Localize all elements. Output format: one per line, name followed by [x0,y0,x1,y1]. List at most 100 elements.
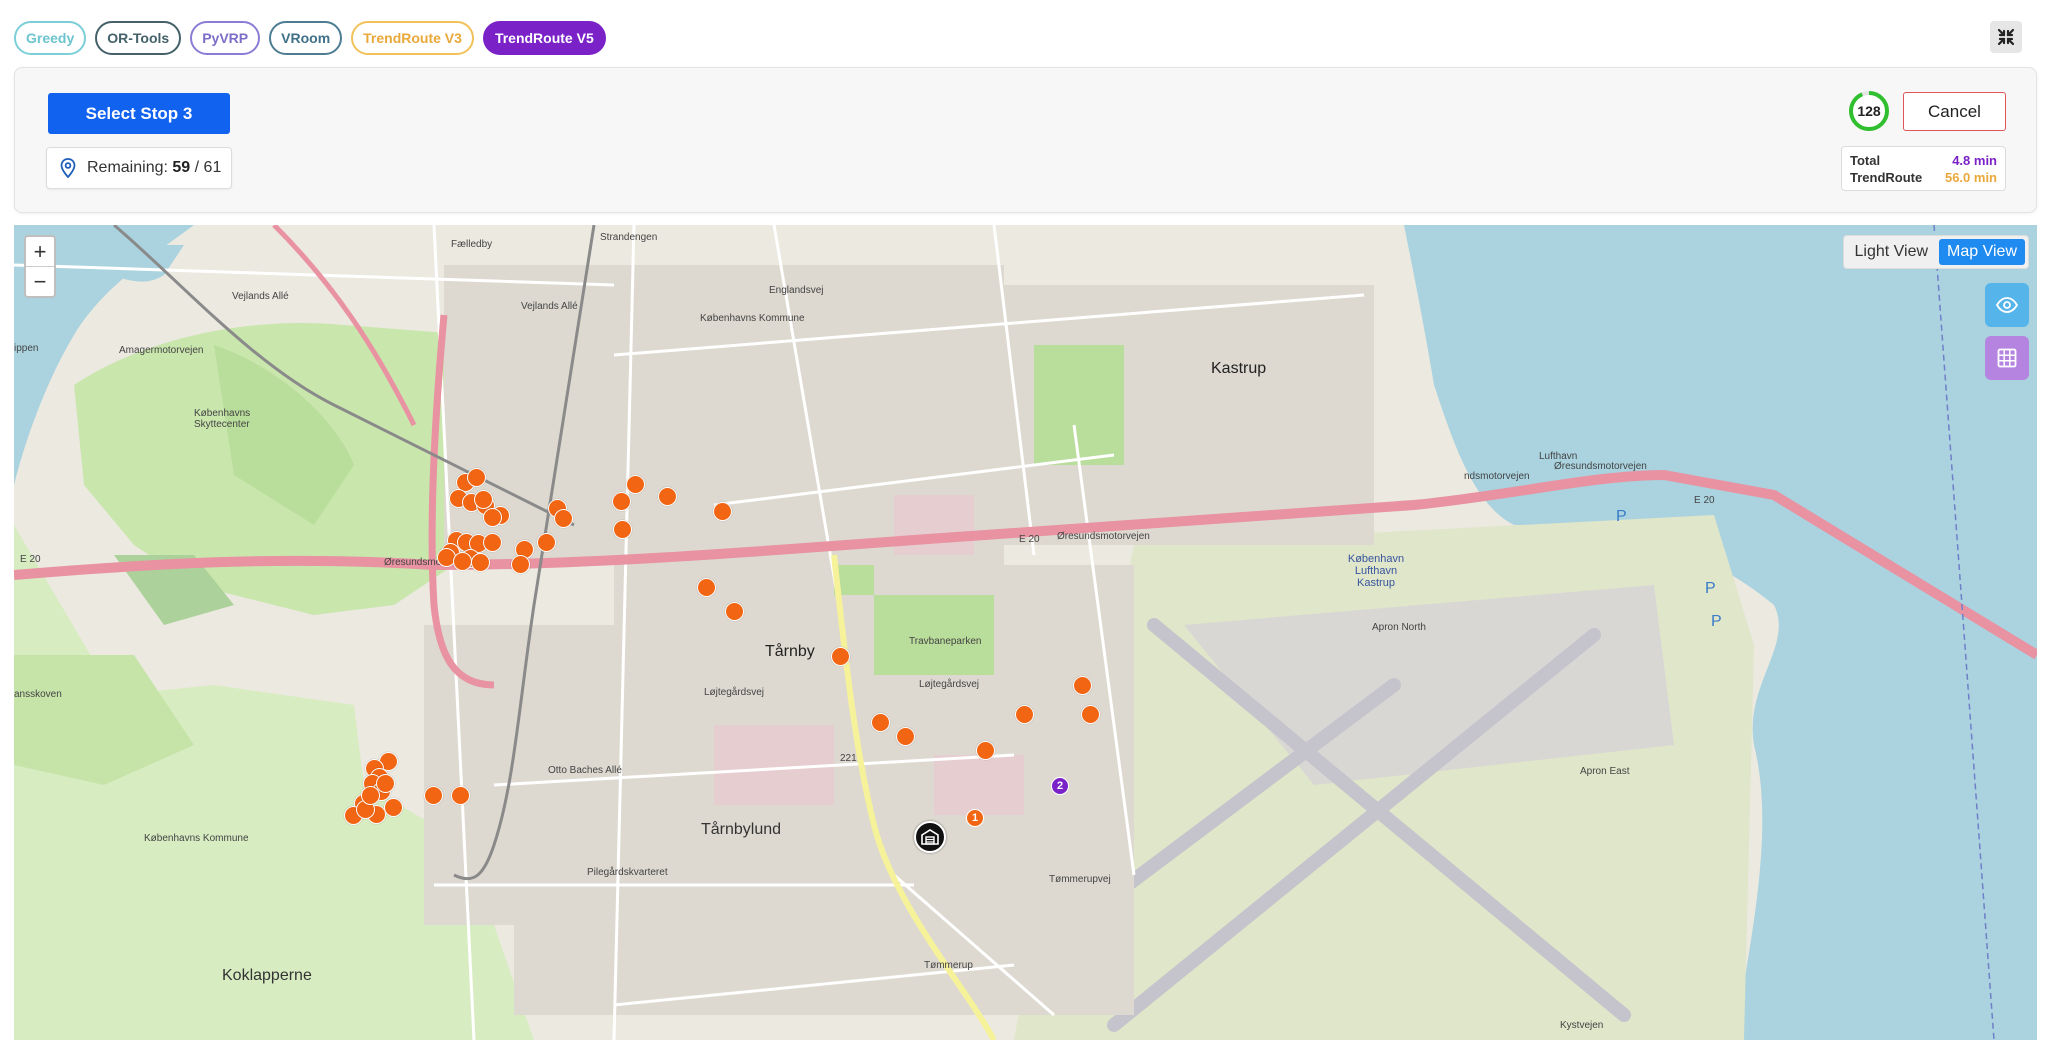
stop-marker[interactable] [482,507,502,527]
place-label-tarnby: Tårnby [765,643,815,660]
stop-marker[interactable] [510,554,530,574]
area-label-kbh-kommune-2: Københavns Kommune [144,833,249,844]
place-label-skov: ansskoven [14,689,62,700]
area-label-kbh-kommune-1: Københavns Kommune [700,313,805,324]
route-control-panel: Select Stop 3 Remaining: 59 / 61 128 Can… [14,67,2037,213]
remaining-separator: / [194,159,200,176]
place-label-edge: ippen [14,343,39,354]
road-label-lojtegard-1: Løjtegårdsvej [919,679,980,690]
tab-vroom[interactable]: VRoom [269,21,343,55]
stop-marker[interactable] [712,501,732,521]
parking-label-2: P [1705,580,1716,597]
tab-pyvrp[interactable]: PyVRP [190,21,261,55]
parking-label-3: P [1711,613,1722,630]
road-label-amager: Amagermotorvejen [119,345,204,356]
stop-badge-1[interactable]: 1 [966,809,984,827]
remaining-counter: Remaining: 59 / 61 [46,147,232,189]
stop-marker[interactable] [466,467,486,487]
stop-marker[interactable] [724,601,744,621]
place-label-airport: København Lufthavn Kastrup [1347,553,1405,589]
visibility-button[interactable] [1985,283,2029,327]
total-label: Total [1850,153,1881,168]
stop-marker[interactable] [611,491,631,511]
map-view-button[interactable]: Map View [1939,239,2025,265]
totals-box: Total 4.8 min TrendRoute 56.0 min [1841,146,2006,191]
road-label-kystvejen: Kystvejen [1560,1020,1604,1031]
collapse-icon [1997,28,2015,46]
place-label-kastrup: Kastrup [1211,360,1267,377]
grid-button[interactable] [1985,336,2029,380]
road-label-e20-left: E 20 [20,554,41,565]
progress-ring-value: 128 [1857,103,1881,119]
place-label-apron-north: Apron North [1372,622,1426,633]
trendroute-label: TrendRoute [1850,170,1923,185]
stop-badge-2[interactable]: 2 [1051,777,1069,795]
road-label-lojtegard-2: Løjtegårdsvej [704,687,765,698]
stop-marker[interactable] [360,785,380,805]
stop-marker[interactable] [612,519,632,539]
zoom-control: + − [24,235,56,298]
area-label-skyttecenter: Københavns Skyttecenter [194,408,251,430]
place-label-apron-east: Apron East [1580,766,1630,777]
cancel-button[interactable]: Cancel [1903,92,2006,131]
map-view[interactable]: Kastrup Tårnby Tårnbylund Koklapperne Tø… [14,225,2037,1040]
stop-marker[interactable] [482,532,502,552]
road-label-vejlands-2: Vejlands Allé [521,301,578,312]
road-label-221: 221 [840,753,857,764]
remaining-total: 61 [203,159,222,176]
stop-marker[interactable] [975,740,995,760]
total-value: 4.8 min [1952,153,1997,168]
stop-marker[interactable] [657,486,677,506]
road-label-oresund-2: Øresundsmotorvejen [1057,531,1150,542]
stop-marker[interactable] [696,577,716,597]
zoom-in-button[interactable]: + [26,237,54,267]
collapse-button[interactable] [1990,21,2022,53]
trendroute-value: 56.0 min [1944,170,1997,185]
grid-icon [1997,348,2017,368]
algorithm-tabs: Greedy OR-Tools PyVRP VRoom TrendRoute V… [14,21,606,55]
stop-marker[interactable] [1014,704,1034,724]
area-label-pilegard: Pilegårdskvarteret [587,867,668,878]
road-label-e20-right: E 20 [1694,495,1715,506]
place-label-tarnbylund: Tårnbylund [701,821,782,838]
stop-marker[interactable] [383,797,403,817]
remaining-count: 59 [172,159,191,176]
parking-label-1: P [1616,508,1627,525]
stop-marker[interactable] [470,552,490,572]
tab-trendroute-v3[interactable]: TrendRoute V3 [351,21,474,55]
stop-marker[interactable] [423,785,443,805]
road-label-oresund-3: Øresundsmotorvejen [1554,461,1647,472]
stop-marker[interactable] [1080,704,1100,724]
select-stop-button[interactable]: Select Stop 3 [48,93,230,134]
tab-trendroute-v5[interactable]: TrendRoute V5 [482,21,606,55]
stop-marker[interactable] [895,726,915,746]
area-label-faelledby: Fælledby [451,239,493,250]
stop-marker[interactable] [625,474,645,494]
area-label-travbaneparken: Travbaneparken [909,636,982,647]
light-view-button[interactable]: Light View [1847,239,1937,265]
remaining-label: Remaining: [87,159,168,176]
map-tiles [14,225,2037,1040]
stop-marker[interactable] [450,785,470,805]
road-label-otto-baches: Otto Baches Allé [548,765,622,776]
place-label-tommerup: Tømmerup [924,960,973,971]
road-label-englandsvej: Englandsvej [769,285,824,296]
road-label-e20-mid: E 20 [1019,534,1040,545]
view-toggle: Light View Map View [1842,235,2029,269]
tab-greedy[interactable]: Greedy [14,21,87,55]
stop-marker[interactable] [830,646,850,666]
tab-or-tools[interactable]: OR-Tools [95,21,182,55]
eye-icon [1996,297,2018,313]
area-label-strandengen: Strandengen [600,232,658,243]
stop-marker[interactable] [553,508,573,528]
place-label-koklapperne: Koklapperne [222,967,312,984]
zoom-out-button[interactable]: − [26,267,54,297]
stop-marker[interactable] [473,489,493,509]
stop-marker[interactable] [1072,675,1092,695]
stop-marker[interactable] [870,712,890,732]
stop-marker[interactable] [452,551,472,571]
stop-marker[interactable] [536,532,556,552]
road-label-vejlands-1: Vejlands Allé [232,291,289,302]
warehouse-icon [921,829,939,845]
depot-marker[interactable] [914,821,946,853]
